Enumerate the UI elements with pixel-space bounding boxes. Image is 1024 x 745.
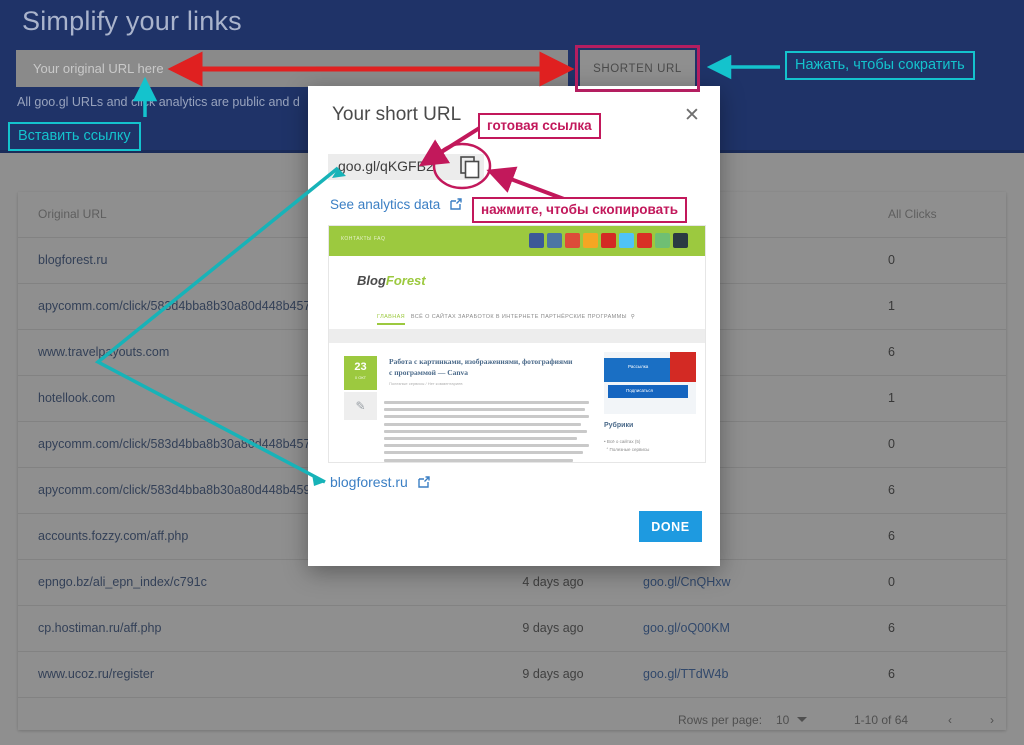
page-title: Simplify your links — [22, 6, 242, 36]
cell-clicks: 1 — [888, 391, 895, 405]
cell-clicks: 1 — [888, 299, 895, 313]
preview-post-date: 23 0 ОКТ — [344, 356, 377, 390]
preview-topbar-text: КОНТАКТЫ FAQ — [341, 236, 386, 242]
preview-nav: ГЛАВНАЯ ВСЁ О САЙТАХ ЗАРАБОТОК В ИНТЕРНЕ… — [377, 314, 635, 325]
cell-created: 9 days ago — [522, 667, 584, 681]
cell-short-url[interactable]: goo.gl/CnQHxw — [643, 560, 843, 605]
close-icon[interactable]: ✕ — [678, 102, 706, 130]
column-header-all-clicks: All Clicks — [888, 207, 937, 221]
preview-post-meta: Полезные сервисы / Нет комментариев — [389, 381, 463, 386]
cell-clicks: 6 — [888, 667, 895, 681]
preview-ad-title: Рассылка — [628, 364, 649, 369]
preview-sidebar-items: • Всё о сайтах (5) ° Полезные сервисы — [604, 439, 650, 452]
rss-icon — [583, 233, 598, 248]
table-row[interactable]: cp.hostiman.ru/aff.php 9 days ago goo.gl… — [18, 606, 1006, 652]
annotation-ready-link: готовая ссылка — [478, 113, 601, 139]
short-url-value: goo.gl/qKGFB2 — [338, 158, 434, 174]
twitter-icon — [619, 233, 634, 248]
vk-icon — [547, 233, 562, 248]
cell-original-url[interactable]: cp.hostiman.ru/aff.php — [38, 606, 468, 651]
preview-nav-active: ГЛАВНАЯ — [377, 314, 406, 325]
telegram-icon — [655, 233, 670, 248]
destination-url-link[interactable]: blogforest.ru — [330, 474, 431, 492]
cell-clicks: 0 — [888, 437, 895, 451]
preview-sidebar-heading: Рубрики — [604, 422, 634, 429]
rows-per-page-select[interactable]: 10 — [776, 698, 789, 743]
cell-clicks: 6 — [888, 621, 895, 635]
google-plus-icon — [565, 233, 580, 248]
see-analytics-link[interactable]: See analytics data — [330, 197, 440, 212]
preview-logo-secondary: Forest — [385, 273, 426, 288]
facebook-icon — [529, 233, 544, 248]
chevron-down-icon[interactable] — [797, 717, 807, 722]
done-button[interactable]: DONE — [639, 511, 702, 542]
table-row[interactable]: www.ucoz.ru/register 9 days ago goo.gl/T… — [18, 652, 1006, 698]
dialog-title: Your short URL — [332, 104, 462, 125]
table-pagination: Rows per page: 10 1-10 of 64 ‹ › — [18, 698, 1006, 743]
external-link-icon[interactable] — [417, 475, 431, 492]
preview-post-day: 23 — [354, 361, 367, 373]
table-row[interactable]: epngo.bz/ali_epn_index/c791c 4 days ago … — [18, 560, 1006, 606]
preview-post-title: Работа с картинками, изображениями, фото… — [389, 357, 573, 377]
preview-nav-items: ВСЁ О САЙТАХ ЗАРАБОТОК В ИНТЕРНЕТЕ ПАРТН… — [410, 314, 627, 320]
cell-short-url[interactable]: goo.gl/TTdW4b — [643, 652, 843, 697]
pencil-icon: ✎ — [344, 392, 377, 420]
chevron-left-icon[interactable]: ‹ — [948, 698, 952, 743]
preview-post-body — [384, 401, 589, 462]
pinterest-icon — [601, 233, 616, 248]
cell-original-url[interactable]: epngo.bz/ali_epn_index/c791c — [38, 560, 468, 605]
rows-per-page-label: Rows per page: — [678, 713, 763, 727]
cell-created: 4 days ago — [522, 575, 584, 589]
odnoklassniki-icon — [673, 233, 688, 248]
pagination-range-label: 1-10 of 64 — [854, 713, 909, 727]
preview-logo: BlogForest — [357, 273, 426, 288]
public-analytics-disclaimer: All goo.gl URLs and click analytics are … — [17, 95, 300, 109]
preview-ad-button: Подписаться — [626, 388, 653, 393]
preview-subscribe-ad: Рассылка Подписаться — [604, 352, 696, 414]
shorten-url-button[interactable]: SHORTEN URL — [580, 50, 695, 87]
youtube-icon — [637, 233, 652, 248]
destination-url-text: blogforest.ru — [330, 474, 408, 490]
original-url-input[interactable] — [16, 50, 568, 87]
preview-post-month: 0 ОКТ — [354, 375, 367, 380]
annotation-paste-link: Вставить ссылку — [8, 122, 141, 151]
cell-clicks: 6 — [888, 483, 895, 497]
cell-clicks: 6 — [888, 529, 895, 543]
chevron-right-icon[interactable]: › — [990, 698, 994, 743]
short-url-dialog: Your short URL ✕ goo.gl/qKGFB2 See analy… — [308, 86, 720, 566]
preview-logo-primary: Blog — [357, 273, 386, 288]
preview-band — [329, 329, 705, 343]
external-link-icon[interactable] — [449, 197, 463, 216]
cell-short-url[interactable]: goo.gl/oQ00KM — [643, 606, 843, 651]
cell-clicks: 0 — [888, 253, 895, 267]
cell-clicks: 6 — [888, 345, 895, 359]
annotation-click-to-copy: нажмите, чтобы скопировать — [472, 197, 688, 223]
copy-icon[interactable] — [453, 152, 487, 182]
cell-created: 9 days ago — [522, 621, 584, 635]
analytics-row: See analytics data ? — [330, 196, 489, 214]
destination-site-preview: КОНТАКТЫ FAQ BlogForest ГЛАВНАЯ ВСЁ О СА… — [328, 225, 706, 463]
annotation-click-to-shorten: Нажать, чтобы сократить — [785, 51, 975, 80]
cell-clicks: 0 — [888, 575, 895, 589]
cell-original-url[interactable]: www.ucoz.ru/register — [38, 652, 468, 697]
